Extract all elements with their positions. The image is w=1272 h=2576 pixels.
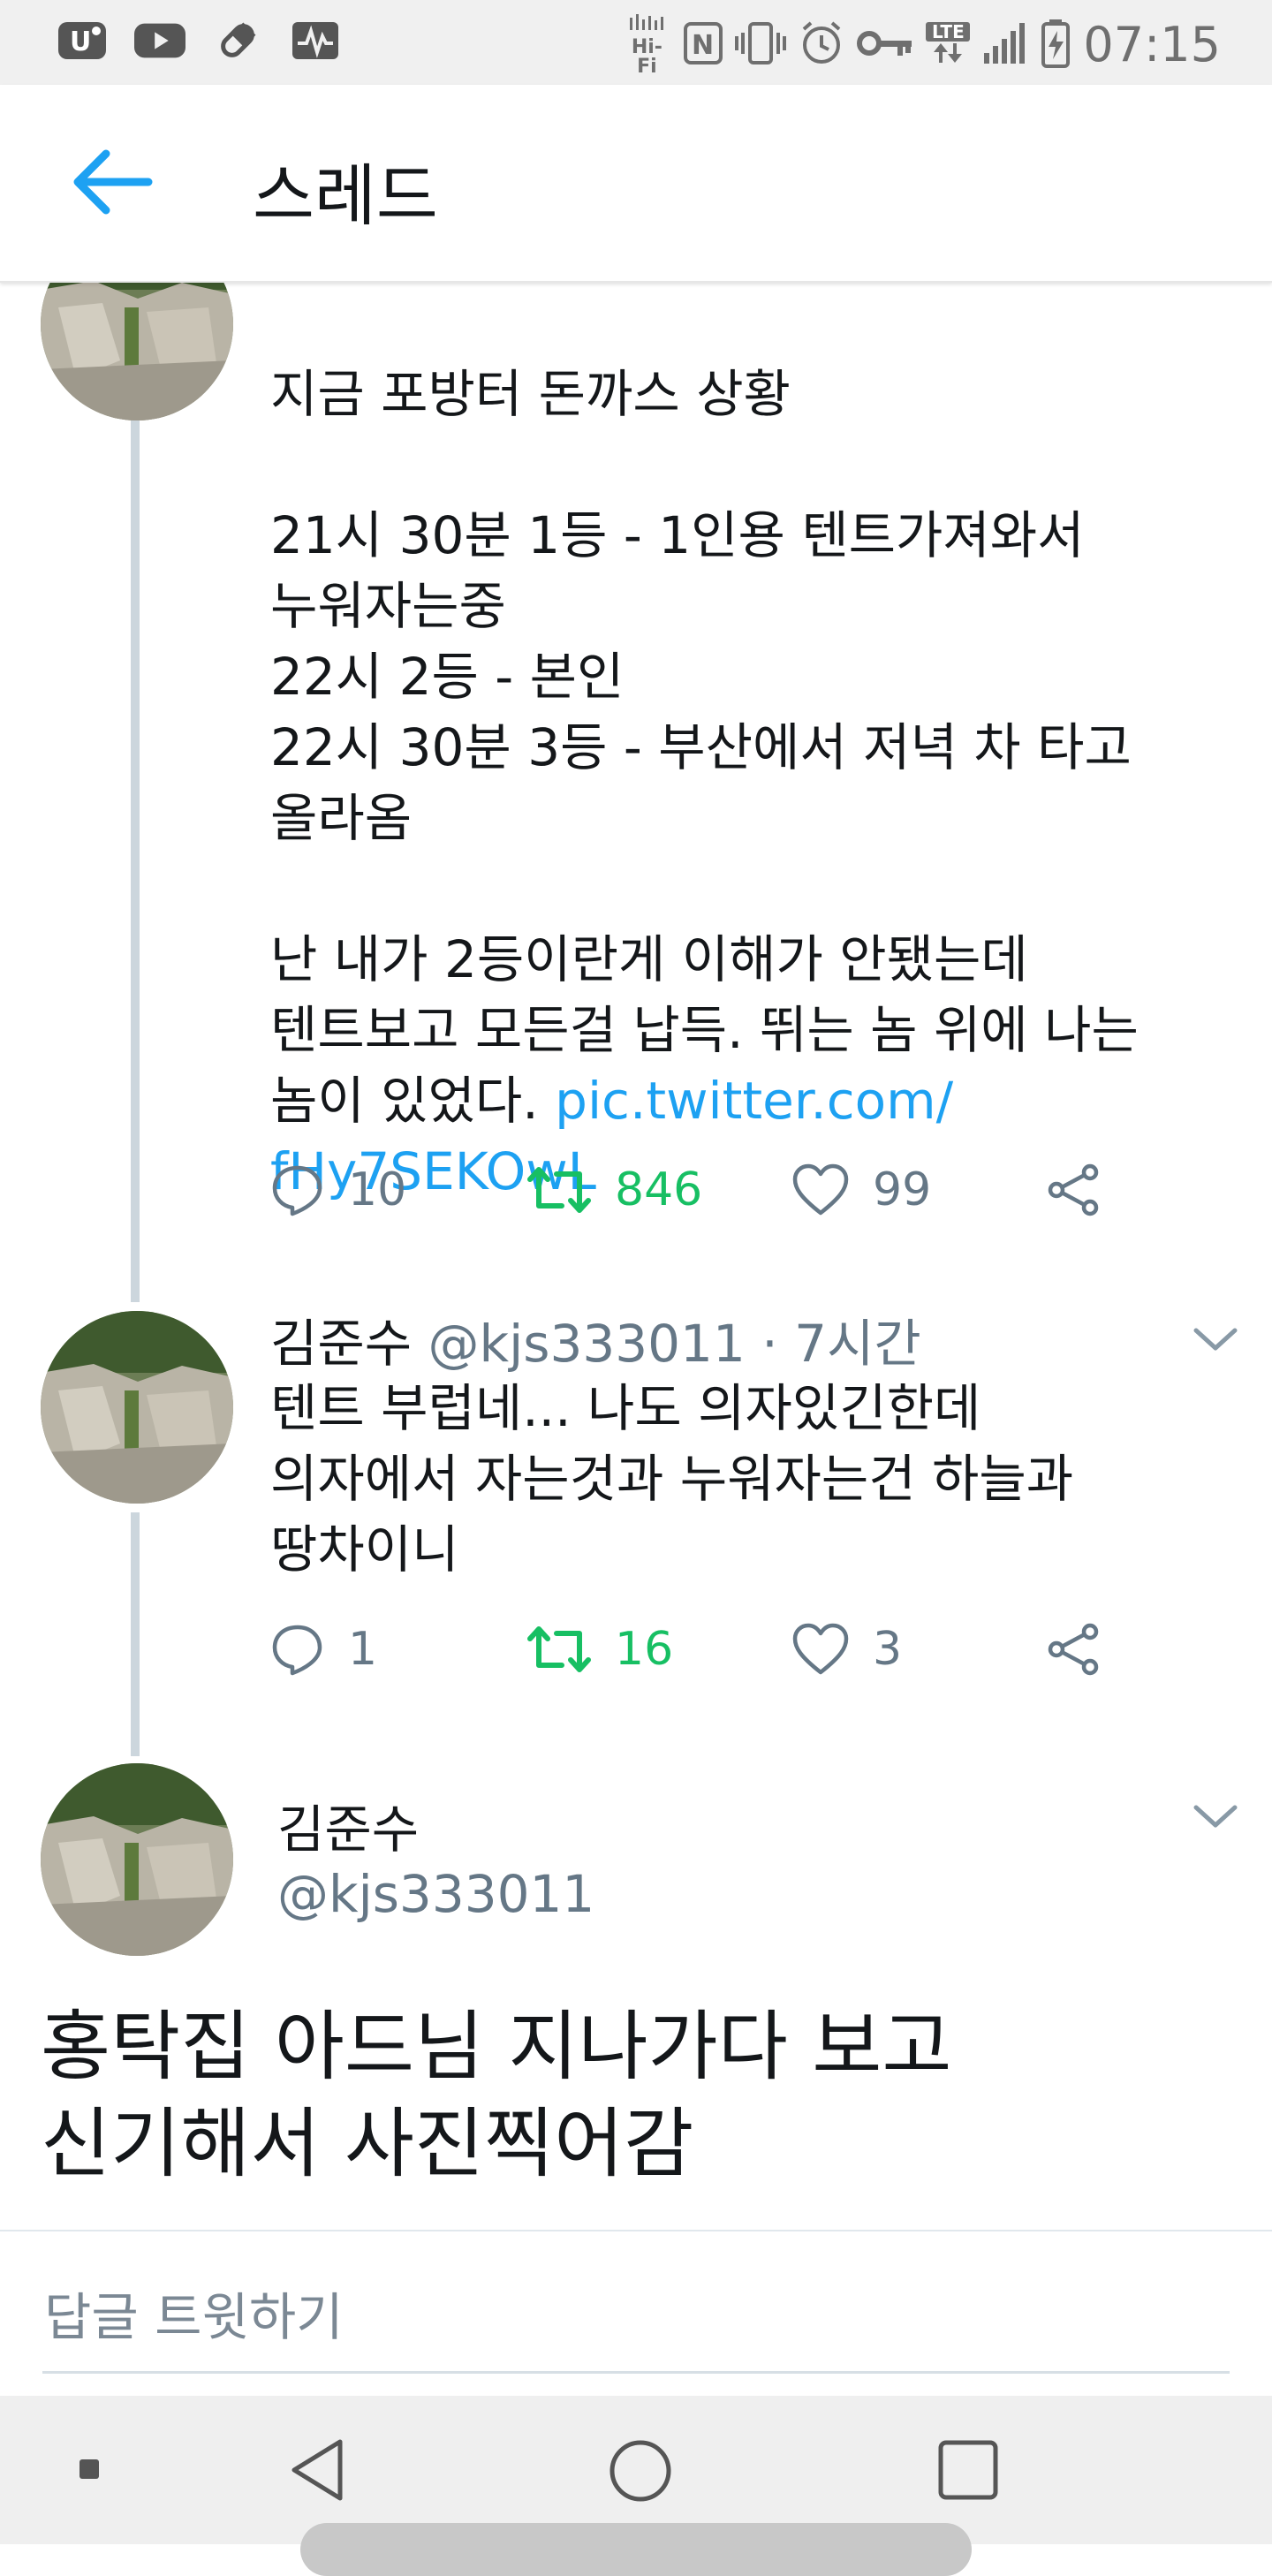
retweet-button[interactable]: 846 bbox=[526, 1163, 791, 1216]
back-button[interactable] bbox=[67, 138, 155, 226]
tweet-actions: 1 16 3 bbox=[270, 1622, 1101, 1677]
svg-text:N: N bbox=[692, 30, 714, 61]
signal-icon bbox=[982, 21, 1028, 69]
avatar-rock-image bbox=[41, 1311, 233, 1504]
vibrate-icon bbox=[735, 20, 787, 70]
avatar-rock-image bbox=[41, 1763, 233, 1956]
reply-icon bbox=[272, 1625, 322, 1676]
separator-dot: · bbox=[761, 1314, 778, 1374]
pill-icon bbox=[212, 16, 263, 65]
share-icon bbox=[1048, 1623, 1099, 1676]
tweet-text: 지금 포방터 돈까스 상황 21시 30분 1등 - 1인용 텐트가져와서 누워… bbox=[270, 288, 1224, 1207]
focused-tweet-line: 신기해서 사진찍어감 bbox=[41, 2100, 694, 2188]
tweet-time: 7시간 bbox=[794, 1314, 921, 1374]
tweet-body: 지금 포방터 돈까스 상황 21시 30분 1등 - 1인용 텐트가져와서 누워… bbox=[270, 364, 1139, 1131]
home-nav-button[interactable] bbox=[604, 2435, 677, 2507]
retweet-count: 846 bbox=[615, 1163, 703, 1216]
activity-icon bbox=[290, 16, 341, 65]
back-nav-button[interactable] bbox=[283, 2435, 353, 2505]
youtube-icon bbox=[134, 16, 186, 65]
app-header bbox=[0, 85, 1272, 283]
back-arrow-icon bbox=[73, 149, 153, 215]
battery-charging-icon bbox=[1041, 19, 1071, 72]
author-handle[interactable]: @kjs333011 bbox=[428, 1314, 746, 1374]
retweet-button[interactable]: 16 bbox=[526, 1623, 791, 1676]
overview-nav-button[interactable] bbox=[933, 2435, 1003, 2505]
thread-line bbox=[131, 415, 140, 1302]
page-title: 스레드 bbox=[253, 156, 438, 235]
status-bar: U Hi-Fi N LTE 07:15 bbox=[0, 0, 1272, 85]
tweet-actions: 10 846 99 bbox=[270, 1163, 1101, 1217]
svg-text:U: U bbox=[70, 27, 91, 57]
tweet-link[interactable]: pic.twitter.com/ bbox=[555, 1071, 953, 1131]
triangle-back-icon bbox=[292, 2439, 343, 2501]
retweet-count: 16 bbox=[615, 1623, 674, 1676]
key-icon bbox=[857, 26, 913, 64]
tweet-text: 텐트 부럽네... 나도 의자있긴한데 의자에서 자는것과 누워자는건 하늘과 … bbox=[270, 1378, 1074, 1580]
circle-home-icon bbox=[610, 2440, 671, 2502]
thread-line bbox=[131, 1512, 140, 1756]
reply-tweet-input[interactable]: 답글 트윗하기 bbox=[44, 2276, 344, 2350]
share-button[interactable] bbox=[1046, 1163, 1101, 1217]
like-button[interactable]: 3 bbox=[791, 1623, 1046, 1676]
avatar[interactable] bbox=[41, 1763, 233, 1956]
gesture-pill[interactable] bbox=[300, 2523, 972, 2576]
heart-icon bbox=[792, 1623, 849, 1675]
avatar[interactable] bbox=[41, 1311, 233, 1504]
tweet-author-line: 김준수 @kjs333011 · 7시간 bbox=[270, 1302, 921, 1376]
hifi-icon: Hi-Fi bbox=[622, 12, 671, 77]
like-count: 3 bbox=[873, 1623, 903, 1676]
retweet-icon bbox=[527, 1167, 591, 1213]
reply-count: 10 bbox=[348, 1163, 407, 1216]
heart-icon bbox=[792, 1163, 849, 1216]
nfc-icon: N bbox=[684, 20, 723, 70]
author-name[interactable]: 김준수 bbox=[277, 1788, 419, 1862]
reply-count: 1 bbox=[348, 1623, 378, 1676]
author-name[interactable]: 김준수 bbox=[270, 1314, 412, 1374]
lte-icon: LTE bbox=[926, 21, 971, 68]
chevron-down-icon bbox=[1193, 1328, 1238, 1351]
share-button[interactable] bbox=[1046, 1622, 1101, 1677]
lte-label: LTE bbox=[926, 21, 971, 42]
tweet-menu-caret[interactable] bbox=[1189, 1799, 1242, 1834]
reply-icon bbox=[272, 1165, 322, 1216]
alarm-icon bbox=[799, 20, 844, 70]
reply-button[interactable]: 1 bbox=[270, 1622, 526, 1677]
hifi-label: Hi-Fi bbox=[631, 36, 662, 78]
divider bbox=[0, 2230, 1272, 2231]
status-time: 07:15 bbox=[1083, 17, 1221, 72]
focused-tweet-text: 홍탁집 아드님 지나가다 보고 신기해서 사진찍어감 bbox=[41, 1998, 1242, 2193]
reply-input-underline bbox=[42, 2371, 1230, 2374]
chevron-down-icon bbox=[1193, 1805, 1238, 1828]
square-small-icon bbox=[80, 2459, 99, 2479]
square-overview-icon bbox=[938, 2440, 998, 2500]
retweet-icon bbox=[527, 1626, 591, 1672]
like-button[interactable]: 99 bbox=[791, 1163, 1046, 1216]
focused-tweet-line: 홍탁집 아드님 지나가다 보고 bbox=[41, 2003, 952, 2091]
like-count: 99 bbox=[873, 1163, 932, 1216]
share-icon bbox=[1048, 1163, 1099, 1216]
tweet-menu-caret[interactable] bbox=[1189, 1322, 1242, 1357]
app-u-icon: U bbox=[57, 16, 108, 65]
recents-dot-button[interactable] bbox=[76, 2456, 102, 2482]
reply-button[interactable]: 10 bbox=[270, 1163, 526, 1217]
author-handle[interactable]: @kjs333011 bbox=[277, 1864, 594, 1924]
